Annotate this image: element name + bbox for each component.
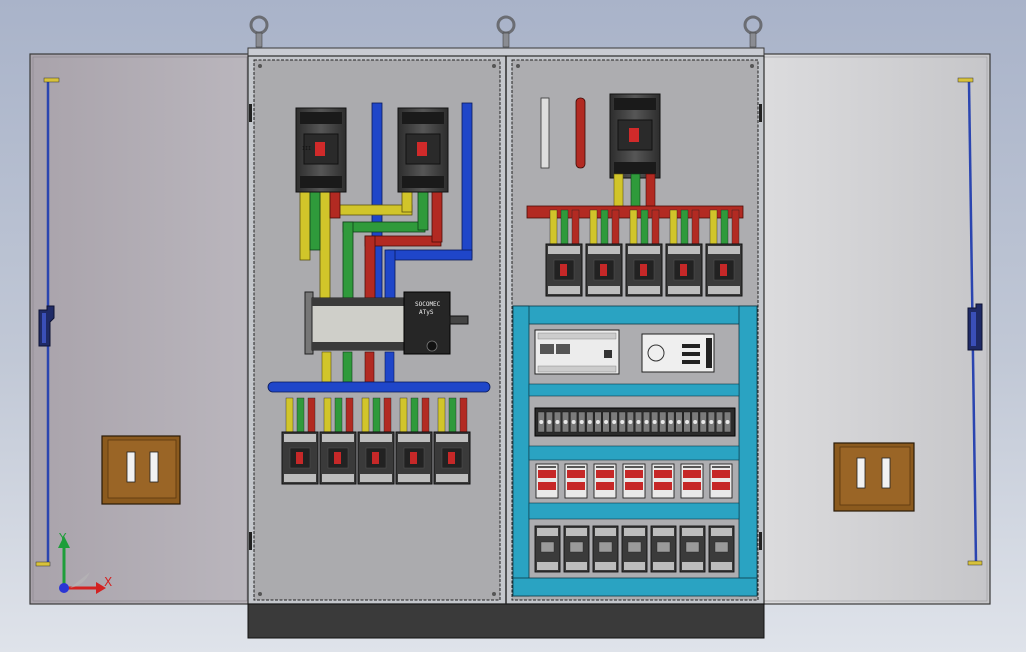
neutral-terminal-bar bbox=[575, 97, 586, 169]
left-outgoing-breaker[interactable] bbox=[357, 397, 395, 485]
left-outgoing-breakers bbox=[281, 397, 471, 485]
x-axis-label: X bbox=[104, 575, 112, 589]
lifting-eye-icon bbox=[496, 15, 516, 48]
right-outgoing-breaker[interactable] bbox=[665, 209, 703, 297]
left-door bbox=[29, 53, 251, 605]
contactor[interactable] bbox=[708, 525, 735, 573]
lifting-eye-icon bbox=[743, 15, 763, 48]
plinth-base bbox=[247, 603, 765, 639]
right-outgoing-breaker[interactable] bbox=[625, 209, 663, 297]
relay-row bbox=[535, 463, 733, 499]
relay-module[interactable] bbox=[709, 463, 733, 499]
nameplate-holder-right bbox=[833, 442, 915, 512]
contactor[interactable] bbox=[621, 525, 648, 573]
relay-module[interactable] bbox=[651, 463, 675, 499]
right-outgoing-breakers bbox=[545, 209, 743, 297]
right-outgoing-breaker[interactable] bbox=[705, 209, 743, 297]
electrical-cabinet-drawing: III SOCOMEC ATyS Y X bbox=[29, 15, 991, 639]
right-door bbox=[759, 53, 991, 605]
ground-terminal-bar bbox=[540, 97, 550, 169]
contactor[interactable] bbox=[679, 525, 706, 573]
lifting-eye-icon bbox=[249, 15, 269, 48]
contactor-row bbox=[534, 525, 735, 573]
automatic-transfer-switch[interactable]: SOCOMEC ATyS bbox=[304, 291, 469, 355]
contactor[interactable] bbox=[650, 525, 677, 573]
relay-module[interactable] bbox=[535, 463, 559, 499]
relay-module[interactable] bbox=[564, 463, 588, 499]
incoming-breaker[interactable] bbox=[609, 93, 661, 179]
plc-controller[interactable] bbox=[534, 329, 620, 375]
relay-module[interactable] bbox=[593, 463, 617, 499]
neutral-busbar bbox=[267, 381, 491, 393]
main-breaker-1[interactable]: III bbox=[295, 107, 347, 193]
left-outgoing-breaker[interactable] bbox=[395, 397, 433, 485]
left-outgoing-breaker[interactable] bbox=[433, 397, 471, 485]
left-outgoing-breaker[interactable] bbox=[281, 397, 319, 485]
contactor[interactable] bbox=[592, 525, 619, 573]
nameplate-holder-left bbox=[101, 435, 181, 505]
terminal-block-rail bbox=[534, 407, 736, 437]
left-outgoing-breaker[interactable] bbox=[319, 397, 357, 485]
right-outgoing-breaker[interactable] bbox=[545, 209, 583, 297]
relay-module[interactable] bbox=[622, 463, 646, 499]
ats-brand-label: SOCOMEC bbox=[415, 301, 441, 308]
svg-text:III: III bbox=[302, 146, 311, 152]
contactor[interactable] bbox=[534, 525, 561, 573]
right-outgoing-breaker[interactable] bbox=[585, 209, 623, 297]
contactor[interactable] bbox=[563, 525, 590, 573]
power-supply-unit[interactable] bbox=[641, 333, 715, 373]
main-breaker-2[interactable] bbox=[397, 107, 449, 193]
y-axis-label: Y bbox=[58, 531, 67, 545]
relay-module[interactable] bbox=[680, 463, 704, 499]
door-handle-icon[interactable] bbox=[967, 303, 983, 351]
ats-model-label: ATyS bbox=[419, 309, 434, 316]
